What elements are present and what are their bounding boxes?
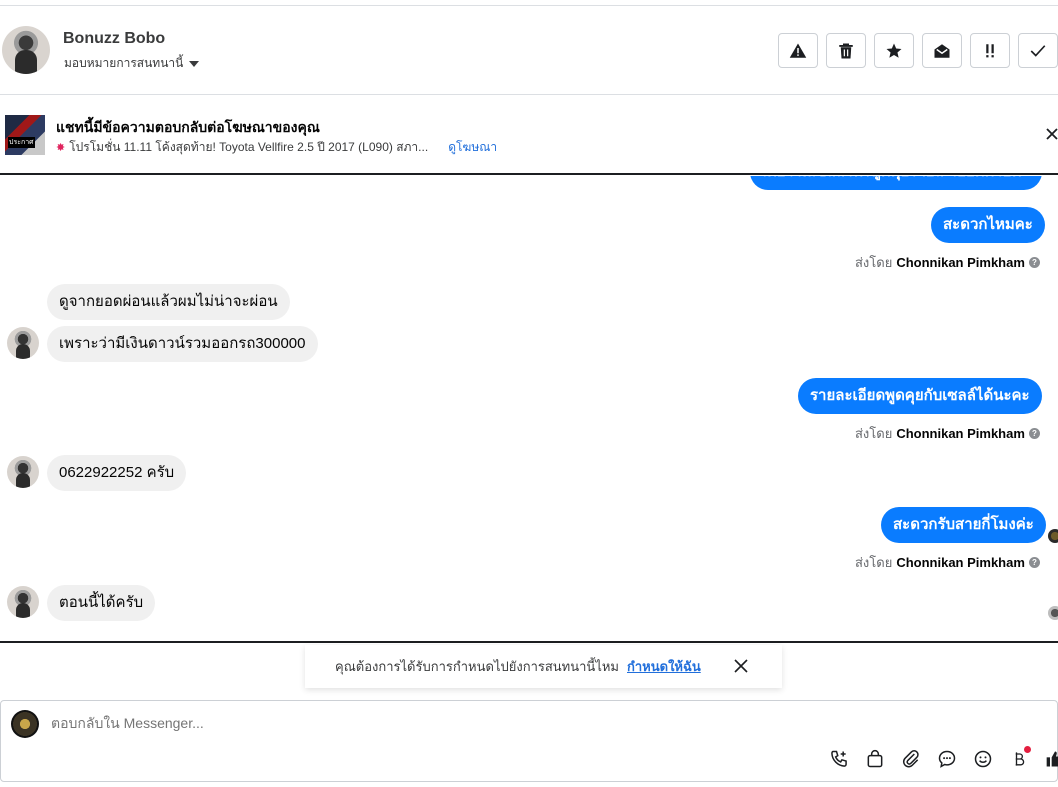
reply-composer <box>0 700 1058 782</box>
composer-toolbar <box>829 746 1058 769</box>
mark-done-button[interactable] <box>1018 33 1058 68</box>
ad-banner-subtitle: ✸ โปรโมชั่น 11.11 โค้งสุดท้าย! Toyota Ve… <box>56 138 497 157</box>
phone-add-icon <box>831 750 847 767</box>
seen-indicator <box>1048 529 1058 543</box>
sent-by-label: ส่งโดย Chonnikan Pimkham ? <box>855 552 1040 573</box>
shopping-bag-icon <box>867 750 883 768</box>
trash-icon <box>839 43 853 58</box>
ad-description: โปรโมชั่น 11.11 โค้งสุดท้าย! Toyota Vell… <box>69 140 429 154</box>
notification-dot <box>1024 746 1031 753</box>
mark-unread-icon <box>934 43 950 58</box>
chat-bubble-icon <box>938 750 956 768</box>
burst-icon: ✸ <box>56 142 66 154</box>
warning-icon <box>789 43 807 58</box>
smiley-icon <box>974 750 992 768</box>
sent-by-agent: Chonnikan Pimkham <box>896 255 1025 270</box>
ad-banner-title: แชทนี้มีข้อความตอบกลับต่อโฆษณาของคุณ <box>56 119 320 135</box>
assign-label: มอบหมายการสนทนานี้ <box>64 56 184 70</box>
ad-thumbnail[interactable]: ประกาศ <box>5 115 45 155</box>
sent-by-prefix: ส่งโดย <box>855 555 893 570</box>
assign-to-me-link[interactable]: กำหนดให้ฉัน <box>627 656 701 677</box>
ad-thumbnail-text: ประกาศ <box>8 137 35 148</box>
close-icon[interactable] <box>1044 126 1058 142</box>
delete-button[interactable] <box>826 33 866 68</box>
message-thread[interactable]: เดี๋ยวให้เซลล์โทรพูดคุยรายละเอียดด้วยค่ะ… <box>0 176 1058 643</box>
assign-dropdown[interactable]: มอบหมายการสนทนานี้ <box>64 54 200 73</box>
assign-prompt-text: คุณต้องการได้รับการกำหนดไปยังการสนทนานี้… <box>335 659 619 674</box>
done-icon <box>1030 44 1046 57</box>
like-button[interactable] <box>1045 749 1058 769</box>
reply-input[interactable] <box>51 715 751 731</box>
follow-up-icon <box>986 43 994 57</box>
message-incoming: เพราะว่ามีเงินดาวน์รวมออกรถ300000 <box>47 326 318 362</box>
sent-by-label: ส่งโดย Chonnikan Pimkham ? <box>855 252 1040 273</box>
message-incoming: ตอนนี้ได้ครับ <box>47 585 156 621</box>
message-outgoing: สะดวกไหมคะ <box>931 207 1045 243</box>
message-outgoing: รายละเอียดพูดคุยกับเซลล์ได้นะคะ <box>798 378 1042 414</box>
paperclip-icon <box>902 750 919 768</box>
sent-by-agent: Chonnikan Pimkham <box>896 426 1025 441</box>
star-button[interactable] <box>874 33 914 68</box>
report-spam-button[interactable] <box>778 33 818 68</box>
mark-unread-button[interactable] <box>922 33 962 68</box>
star-icon <box>886 43 902 58</box>
payment-button[interactable] <box>1009 746 1031 769</box>
help-icon[interactable]: ? <box>1028 257 1040 268</box>
conversation-header: Bonuzz Bobo มอบหมายการสนทนานี้ <box>0 6 1058 95</box>
sent-by-prefix: ส่งโดย <box>855 255 893 270</box>
chevron-down-icon <box>189 60 200 67</box>
sent-by-label: ส่งโดย Chonnikan Pimkham ? <box>855 423 1040 444</box>
saved-replies-button[interactable] <box>937 749 957 769</box>
sent-by-agent: Chonnikan Pimkham <box>896 555 1025 570</box>
message-outgoing: เดี๋ยวให้เซลล์โทรพูดคุยรายละเอียดด้วยค่ะ <box>750 176 1042 190</box>
help-icon[interactable]: ? <box>1028 557 1040 568</box>
contact-avatar[interactable] <box>2 26 50 74</box>
call-button[interactable] <box>829 749 849 769</box>
ad-context-banner: ประกาศ แชทนี้มีข้อความตอบกลับต่อโฆษณาของ… <box>0 96 1058 175</box>
seen-indicator <box>1048 606 1058 620</box>
emoji-button[interactable] <box>973 749 993 769</box>
message-incoming: ดูจากยอดผ่อนแล้วผมไม่น่าจะผ่อน <box>47 284 290 320</box>
message-outgoing: สะดวกรับสายกี่โมงค่ะ <box>881 507 1046 543</box>
contact-name[interactable]: Bonuzz Bobo <box>63 30 165 48</box>
contact-avatar-small <box>7 456 39 488</box>
page-avatar <box>11 710 39 738</box>
follow-up-button[interactable] <box>970 33 1010 68</box>
message-incoming: 0622922252 ครับ <box>47 455 187 491</box>
help-icon[interactable]: ? <box>1028 428 1040 439</box>
contact-avatar-small <box>7 586 39 618</box>
attach-button[interactable] <box>901 749 921 769</box>
close-icon[interactable] <box>733 658 749 674</box>
shop-button[interactable] <box>865 749 885 769</box>
sent-by-prefix: ส่งโดย <box>855 426 893 441</box>
assign-prompt: คุณต้องการได้รับการกำหนดไปยังการสนทนานี้… <box>305 645 782 688</box>
thumbs-up-icon <box>1046 751 1058 767</box>
header-actions <box>778 33 1058 68</box>
contact-avatar-small <box>7 327 39 359</box>
view-ad-link[interactable]: ดูโฆษณา <box>448 138 497 157</box>
